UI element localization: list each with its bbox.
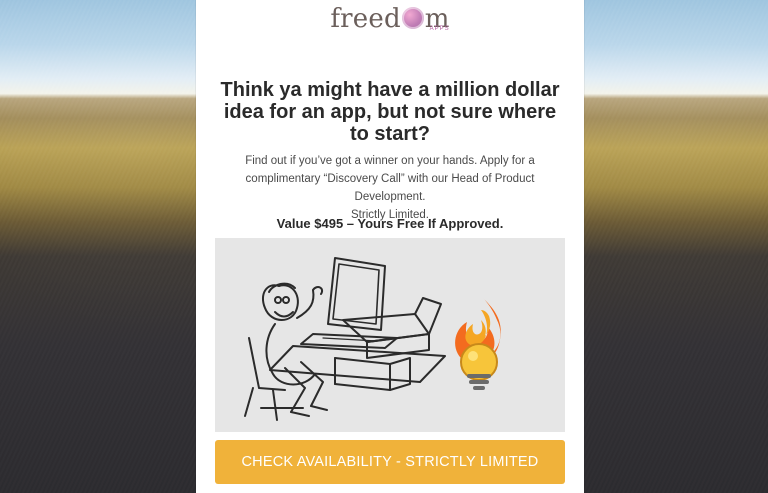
lightbulb-flame-icon [455,298,501,390]
logo-word-left: freed [330,4,401,34]
logo-wordmark: freed m APPS [330,4,449,34]
logo-dot-icon [401,7,424,29]
brand-logo: freed m APPS [196,4,584,48]
hero-illustration [215,238,565,432]
subcopy-line-1: Find out if you’ve got a winner on your … [245,155,535,167]
headline-line-2: idea for an app, but not sure where [223,101,557,123]
headline-line-1: Think ya might have a million dollar [220,79,560,101]
headline-line-3: to start? [350,123,430,145]
check-availability-button[interactable]: CHECK AVAILABILITY - STRICTLY LIMITED [215,440,565,484]
subcopy-line-2: complimentary “Discovery Call” with our … [245,173,535,203]
page-subcopy: Find out if you’ve got a winner on your … [214,152,566,224]
logo-subtext: APPS [429,26,450,32]
page-headline: Think ya might have a million dollar ide… [216,79,564,145]
computer-user-illustration [244,257,446,421]
illustration-svg [244,257,501,421]
value-statement: Value $495 – Yours Free If Approved. [276,216,504,231]
landing-panel: freed m APPS Think ya might have a millio… [196,0,584,493]
